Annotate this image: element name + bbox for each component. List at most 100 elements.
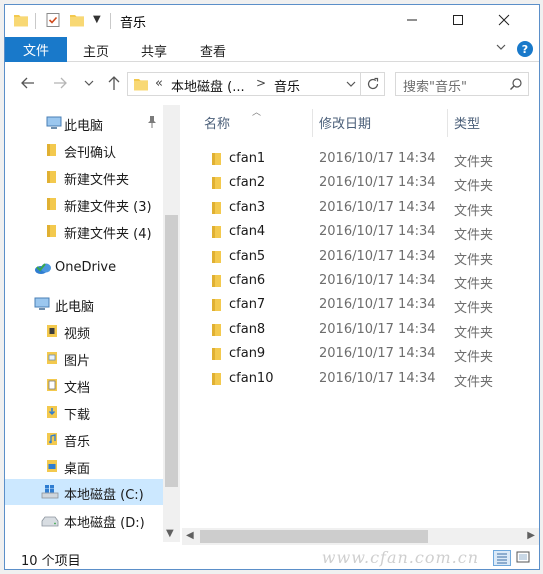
back-button[interactable] [19,74,37,96]
properties-icon[interactable] [45,12,61,30]
file-date: 2016/10/17 14:34 [319,199,436,215]
file-type: 文件夹 [454,252,494,268]
sidebar-item-new-folder-3[interactable]: 新建文件夹 (3) [5,191,163,217]
large-icons-view-button[interactable] [515,550,533,566]
folder-icon [45,142,59,162]
help-icon[interactable]: ? [517,41,533,57]
tab-file[interactable]: 文件 [5,37,67,62]
sidebar-item-label: 桌面 [64,462,91,477]
sidebar-item-label: 视频 [64,327,91,342]
sidebar-item-documents[interactable]: 文档 [5,372,163,398]
explorer-window: ▼ 音乐 文件 主页 共享 查看 ? « 本地磁盘 (... > 音乐 搜索"音… [4,4,540,570]
new-folder-icon[interactable] [69,12,85,30]
table-row[interactable]: cfan2 2016/10/17 14:34 文件夹 [182,171,539,195]
horizontal-scrollbar[interactable]: ◀ ▶ [182,528,539,545]
search-input[interactable]: 搜索"音乐" [395,72,529,96]
address-history-icon[interactable] [344,77,358,95]
scroll-down-icon[interactable]: ▼ [166,528,174,539]
sidebar-item-downloads[interactable]: 下载 [5,399,163,425]
details-view-button[interactable] [493,550,511,566]
status-bar: 10 个项目 www.cfan.com.cn [5,546,539,569]
sidebar-item-label: 此电脑 [55,300,95,315]
table-row[interactable]: cfan8 2016/10/17 14:34 文件夹 [182,318,539,342]
sidebar-item-videos[interactable]: 视频 [5,318,163,344]
file-name: cfan7 [229,297,266,313]
pin-icon[interactable] [146,115,158,133]
sidebar-item-desktop[interactable]: 桌面 [5,453,163,479]
recent-locations-button[interactable] [84,77,94,92]
minimize-icon [407,19,417,21]
file-date: 2016/10/17 14:34 [319,346,436,362]
sidebar-item-local-disk-d[interactable]: 本地磁盘 (D:) [5,507,163,533]
table-row[interactable]: cfan4 2016/10/17 14:34 文件夹 [182,220,539,244]
folder-icon [210,250,224,268]
table-row[interactable]: cfan6 2016/10/17 14:34 文件夹 [182,269,539,293]
table-row[interactable]: cfan9 2016/10/17 14:34 文件夹 [182,342,539,366]
tab-view[interactable]: 查看 [200,41,226,60]
window-title: 音乐 [120,16,147,31]
pictures-folder-icon [45,350,59,370]
column-divider[interactable] [447,109,448,137]
folder-icon [210,225,224,243]
sidebar-item-new-folder[interactable]: 新建文件夹 [5,164,163,190]
title-bar: ▼ 音乐 [5,5,539,37]
refresh-button[interactable] [361,72,385,96]
file-list: ︿ 名称 修改日期 类型 cfan1 2016/10/17 14:34 文件夹 cfa… [182,105,539,542]
breadcrumb-overflow[interactable]: « [155,76,163,91]
address-bar[interactable]: « 本地磁盘 (... > 音乐 [127,72,361,96]
expand-ribbon-icon[interactable] [495,41,507,57]
scrollbar-thumb[interactable] [165,215,178,487]
scroll-right-icon[interactable]: ▶ [527,530,535,541]
sidebar-item-label: 会刊确认 [64,146,117,161]
folder-icon [210,298,224,316]
folder-icon [210,347,224,365]
column-header-type[interactable]: 类型 [454,113,480,132]
file-name: cfan5 [229,248,266,264]
forward-button[interactable] [51,74,69,96]
sidebar-item-confirm[interactable]: 会刊确认 [5,137,163,163]
column-divider[interactable] [312,109,313,137]
file-type: 文件夹 [454,301,494,317]
search-icon[interactable] [509,77,523,95]
sidebar-item-local-disk-c[interactable]: 本地磁盘 (C:) [5,479,163,505]
ribbon: 文件 主页 共享 查看 ? [5,37,539,62]
onedrive-icon [33,260,53,280]
table-row[interactable]: cfan10 2016/10/17 14:34 文件夹 [182,367,539,391]
music-folder-icon [133,76,149,96]
sidebar-item-this-pc-quick[interactable]: 此电脑 [5,110,163,136]
tab-share[interactable]: 共享 [141,41,167,60]
maximize-button[interactable] [435,5,481,35]
table-row[interactable]: cfan3 2016/10/17 14:34 文件夹 [182,196,539,220]
folder-icon [210,274,224,292]
windows-drive-icon [41,484,59,504]
folder-icon [45,169,59,189]
table-row[interactable]: cfan7 2016/10/17 14:34 文件夹 [182,293,539,317]
sidebar-item-onedrive[interactable]: OneDrive [5,255,163,281]
sidebar-scrollbar[interactable]: ▼ [163,105,180,542]
tab-home[interactable]: 主页 [83,41,109,60]
scrollbar-thumb[interactable] [200,530,428,543]
file-date: 2016/10/17 14:34 [319,297,436,313]
sidebar-item-pictures[interactable]: 图片 [5,345,163,371]
breadcrumb-separator[interactable]: > [256,76,266,90]
file-type: 文件夹 [454,203,494,219]
breadcrumb-local-disk[interactable]: 本地磁盘 (... [171,76,245,95]
sidebar-item-label: 文档 [64,381,91,396]
up-button[interactable] [105,74,123,96]
sidebar-item-new-folder-4[interactable]: 新建文件夹 (4) [5,218,163,244]
scroll-left-icon[interactable]: ◀ [186,530,194,541]
minimize-button[interactable] [389,5,435,35]
file-date: 2016/10/17 14:34 [319,273,436,288]
column-header-date[interactable]: 修改日期 [319,113,371,132]
file-type: 文件夹 [454,277,494,292]
sidebar-item-music[interactable]: 音乐 [5,426,163,452]
large-icons-view-icon [516,551,530,563]
sidebar-item-label: 音乐 [64,435,91,450]
breadcrumb-music[interactable]: 音乐 [274,76,300,95]
column-header-name[interactable]: 名称 [204,113,230,132]
table-row[interactable]: cfan5 2016/10/17 14:34 文件夹 [182,245,539,269]
customize-toolbar-icon[interactable]: ▼ [93,14,101,25]
close-button[interactable] [481,5,527,35]
sidebar-item-this-pc[interactable]: 此电脑 [5,291,163,317]
table-row[interactable]: cfan1 2016/10/17 14:34 文件夹 [182,147,539,171]
